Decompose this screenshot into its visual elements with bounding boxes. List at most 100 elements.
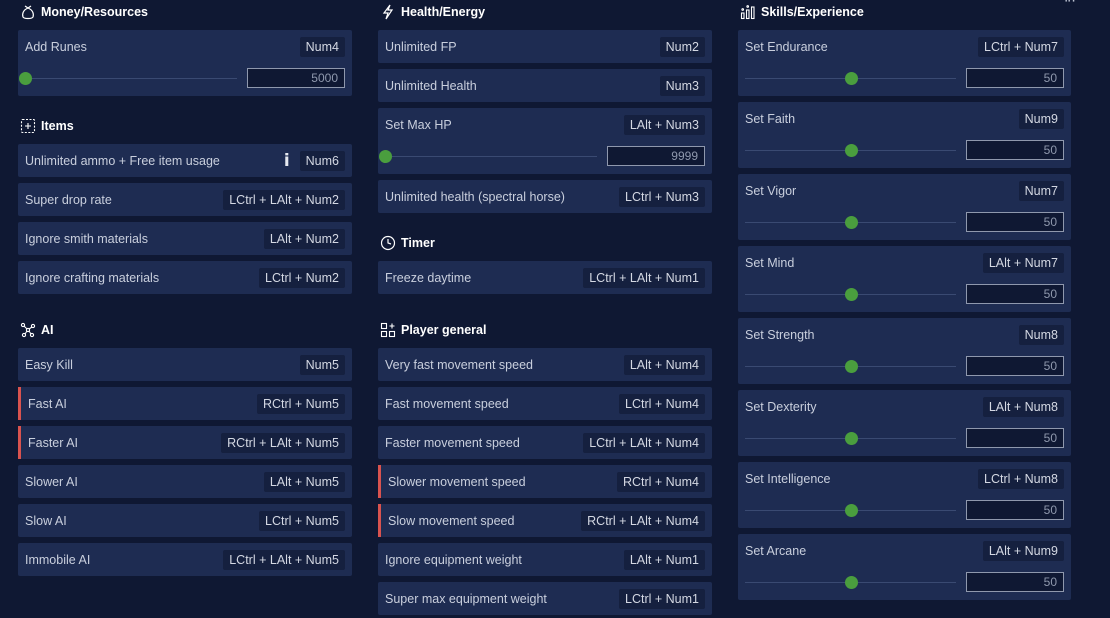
row-super-drop-rate[interactable]: Super drop rate LCtrl + LAlt + Num2 [18,183,352,216]
row-faster-movement[interactable]: Faster movement speed LCtrl + LAlt + Num… [378,426,712,459]
skills-list: Set EnduranceLCtrl + Num7Set FaithNum9Se… [738,30,1071,600]
grid-plus-icon [380,322,396,338]
section-header-player: Player general [380,318,712,342]
slider-track[interactable] [745,359,956,373]
hotkey-badge: LAlt + Num9 [982,541,1064,561]
row-freeze-daytime[interactable]: Freeze daytime LCtrl + LAlt + Num1 [378,261,712,294]
slider-thumb[interactable] [379,149,392,163]
row-ignore-crafting[interactable]: Ignore crafting materials LCtrl + Num2 [18,261,352,294]
row-very-fast-movement[interactable]: Very fast movement speed LAlt + Num4 [378,348,712,381]
slider-thumb[interactable] [844,215,858,229]
row-unlimited-ammo[interactable]: Unlimited ammo + Free item usage i Num6 [18,144,352,177]
value-input[interactable] [966,68,1064,88]
row-add-runes[interactable]: Add Runes Num4 [18,30,352,96]
slider-track[interactable] [745,71,956,85]
row-unlimited-fp[interactable]: Unlimited FP Num2 [378,30,712,63]
slider-track[interactable] [19,71,237,85]
slider-track[interactable] [379,149,597,163]
hotkey-badge: LCtrl + Num8 [978,469,1064,489]
slider-thumb[interactable] [19,71,32,85]
value-input[interactable] [966,212,1064,232]
value-input[interactable] [966,284,1064,304]
slider-track[interactable] [745,575,956,589]
slider-thumb[interactable] [844,359,858,373]
section-title: Money/Resources [41,5,148,19]
hotkey-badge: LCtrl + LAlt + Num1 [583,267,705,288]
slider-thumb[interactable] [844,503,858,517]
row-skill[interactable]: Set Faith Num9 [738,102,1071,168]
row-label: Super drop rate [25,192,112,207]
slider-track[interactable] [745,143,956,157]
row-label: Add Runes [25,40,87,54]
row-ignore-smith[interactable]: Ignore smith materials LAlt + Num2 [18,222,352,255]
hotkey-badge: LAlt + Num7 [982,253,1064,273]
row-slow-movement[interactable]: Slow movement speed RCtrl + LAlt + Num4 [378,504,712,537]
value-input[interactable] [966,140,1064,160]
row-label: Slower movement speed [388,474,526,489]
row-label: Set Endurance [745,40,828,54]
hotkey-badge: Num5 [299,354,345,375]
slider-track[interactable] [745,287,956,301]
row-unlimited-health[interactable]: Unlimited Health Num3 [378,69,712,102]
row-label: Set Strength [745,328,815,342]
slider-thumb[interactable] [844,143,858,157]
slider-thumb[interactable] [844,287,858,301]
row-label: Set Mind [745,256,795,270]
section-header-timer: Timer [380,231,712,255]
row-label: Immobile AI [25,552,91,567]
row-right-group: i Num6 [284,150,345,171]
hotkey-badge: LCtrl + Num2 [259,267,345,288]
row-slower-movement[interactable]: Slower movement speed RCtrl + Num4 [378,465,712,498]
value-input[interactable] [966,428,1064,448]
row-fast-ai[interactable]: Fast AI RCtrl + Num5 [18,387,352,420]
slider-thumb[interactable] [844,71,858,85]
row-label: Unlimited Health [385,78,477,93]
slider-thumb[interactable] [844,431,858,445]
column-left: Money/Resources Add Runes Num4 Items Unl… [18,0,352,582]
row-skill[interactable]: Set Vigor Num7 [738,174,1071,240]
row-spectral-horse[interactable]: Unlimited health (spectral horse) LCtrl … [378,180,712,213]
row-skill[interactable]: Set Strength Num8 [738,318,1071,384]
row-skill[interactable]: Set Intelligence LCtrl + Num8 [738,462,1071,528]
hotkey-badge: RCtrl + Num4 [616,471,705,492]
row-easy-kill[interactable]: Easy Kill Num5 [18,348,352,381]
slider-thumb[interactable] [844,575,858,589]
row-fast-movement[interactable]: Fast movement speed LCtrl + Num4 [378,387,712,420]
row-label: Ignore smith materials [25,231,148,246]
slider-track[interactable] [745,503,956,517]
info-icon[interactable]: i [284,151,290,171]
row-skill[interactable]: Set Endurance LCtrl + Num7 [738,30,1071,96]
row-skill[interactable]: Set Arcane LAlt + Num9 [738,534,1071,600]
row-slower-ai[interactable]: Slower AI LAlt + Num5 [18,465,352,498]
value-input[interactable] [247,68,345,88]
row-ignore-equipment-weight[interactable]: Ignore equipment weight LAlt + Num1 [378,543,712,576]
section-header-ai: AI [20,318,352,342]
hotkey-badge: LCtrl + Num5 [259,510,345,531]
row-skill[interactable]: Set Mind LAlt + Num7 [738,246,1071,312]
row-set-max-hp[interactable]: Set Max HP LAlt + Num3 [378,108,712,174]
row-label: Slower AI [25,474,78,489]
hotkey-badge: LAlt + Num1 [623,549,705,570]
row-label: Ignore equipment weight [385,552,522,567]
hotkey-badge: LCtrl + Num1 [619,588,705,609]
column-right: Skills/Experience Set Endurance LCtrl + N… [738,0,1071,606]
hotkey-badge: LCtrl + Num7 [978,37,1064,57]
hotkey-badge: LAlt + Num5 [263,471,345,492]
row-faster-ai[interactable]: Faster AI RCtrl + LAlt + Num5 [18,426,352,459]
corner-handle-icon[interactable]: ⠉⠁ [1064,0,1079,11]
row-skill[interactable]: Set Dexterity LAlt + Num8 [738,390,1071,456]
slider-track[interactable] [745,431,956,445]
slider-track[interactable] [745,215,956,229]
row-immobile-ai[interactable]: Immobile AI LCtrl + LAlt + Num5 [18,543,352,576]
value-input[interactable] [966,572,1064,592]
value-input[interactable] [966,500,1064,520]
hotkey-badge: LAlt + Num4 [623,354,705,375]
row-super-max-equipment-weight[interactable]: Super max equipment weight LCtrl + Num1 [378,582,712,615]
hotkey-badge: RCtrl + Num5 [256,393,345,414]
row-label: Ignore crafting materials [25,270,160,285]
money-bag-icon [22,5,34,20]
value-input[interactable] [966,356,1064,376]
row-label: Set Vigor [745,184,797,198]
value-input[interactable] [607,146,705,166]
row-slow-ai[interactable]: Slow AI LCtrl + Num5 [18,504,352,537]
